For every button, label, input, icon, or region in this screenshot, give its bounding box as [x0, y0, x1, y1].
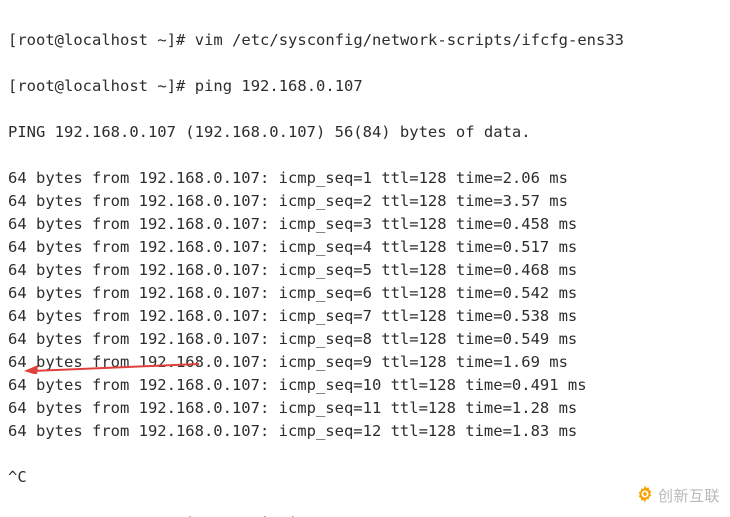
prompt-symbol: # — [176, 77, 185, 95]
ping-header: PING 192.168.0.107 (192.168.0.107) 56(84… — [8, 121, 722, 144]
command-text: ping 192.168.0.107 — [195, 77, 363, 95]
interrupt-signal: ^C — [8, 466, 722, 489]
prompt-user: root — [17, 77, 54, 95]
ping-reply-line: 64 bytes from 192.168.0.107: icmp_seq=11… — [8, 397, 722, 420]
ping-reply-line: 64 bytes from 192.168.0.107: icmp_seq=10… — [8, 374, 722, 397]
command-line-vim: [root@localhost ~]# vim /etc/sysconfig/n… — [8, 29, 722, 52]
ping-reply-line: 64 bytes from 192.168.0.107: icmp_seq=4 … — [8, 236, 722, 259]
prompt-cwd: ~ — [157, 31, 166, 49]
ping-reply-line: 64 bytes from 192.168.0.107: icmp_seq=7 … — [8, 305, 722, 328]
command-line-ping: [root@localhost ~]# ping 192.168.0.107 — [8, 75, 722, 98]
ping-reply-line: 64 bytes from 192.168.0.107: icmp_seq=8 … — [8, 328, 722, 351]
ping-reply-line: 64 bytes from 192.168.0.107: icmp_seq=6 … — [8, 282, 722, 305]
watermark: 创新互联 — [635, 484, 720, 511]
gear-icon — [635, 484, 655, 511]
prompt-symbol: # — [176, 31, 185, 49]
prompt-user: root — [17, 31, 54, 49]
prompt-host: localhost — [64, 31, 148, 49]
watermark-text: 创新互联 — [658, 488, 720, 505]
ping-reply-line: 64 bytes from 192.168.0.107: icmp_seq=9 … — [8, 351, 722, 374]
ping-reply-line: 64 bytes from 192.168.0.107: icmp_seq=3 … — [8, 213, 722, 236]
stats-header: --- 192.168.0.107 ping statistics --- — [8, 512, 722, 517]
ping-reply-line: 64 bytes from 192.168.0.107: icmp_seq=2 … — [8, 190, 722, 213]
ping-reply-line: 64 bytes from 192.168.0.107: icmp_seq=5 … — [8, 259, 722, 282]
ping-reply-line: 64 bytes from 192.168.0.107: icmp_seq=1 … — [8, 167, 722, 190]
prompt-host: localhost — [64, 77, 148, 95]
terminal-output[interactable]: [root@localhost ~]# vim /etc/sysconfig/n… — [0, 0, 730, 517]
ping-replies: 64 bytes from 192.168.0.107: icmp_seq=1 … — [8, 167, 722, 443]
prompt-cwd: ~ — [157, 77, 166, 95]
ping-reply-line: 64 bytes from 192.168.0.107: icmp_seq=12… — [8, 420, 722, 443]
command-text: vim /etc/sysconfig/network-scripts/ifcfg… — [195, 31, 624, 49]
